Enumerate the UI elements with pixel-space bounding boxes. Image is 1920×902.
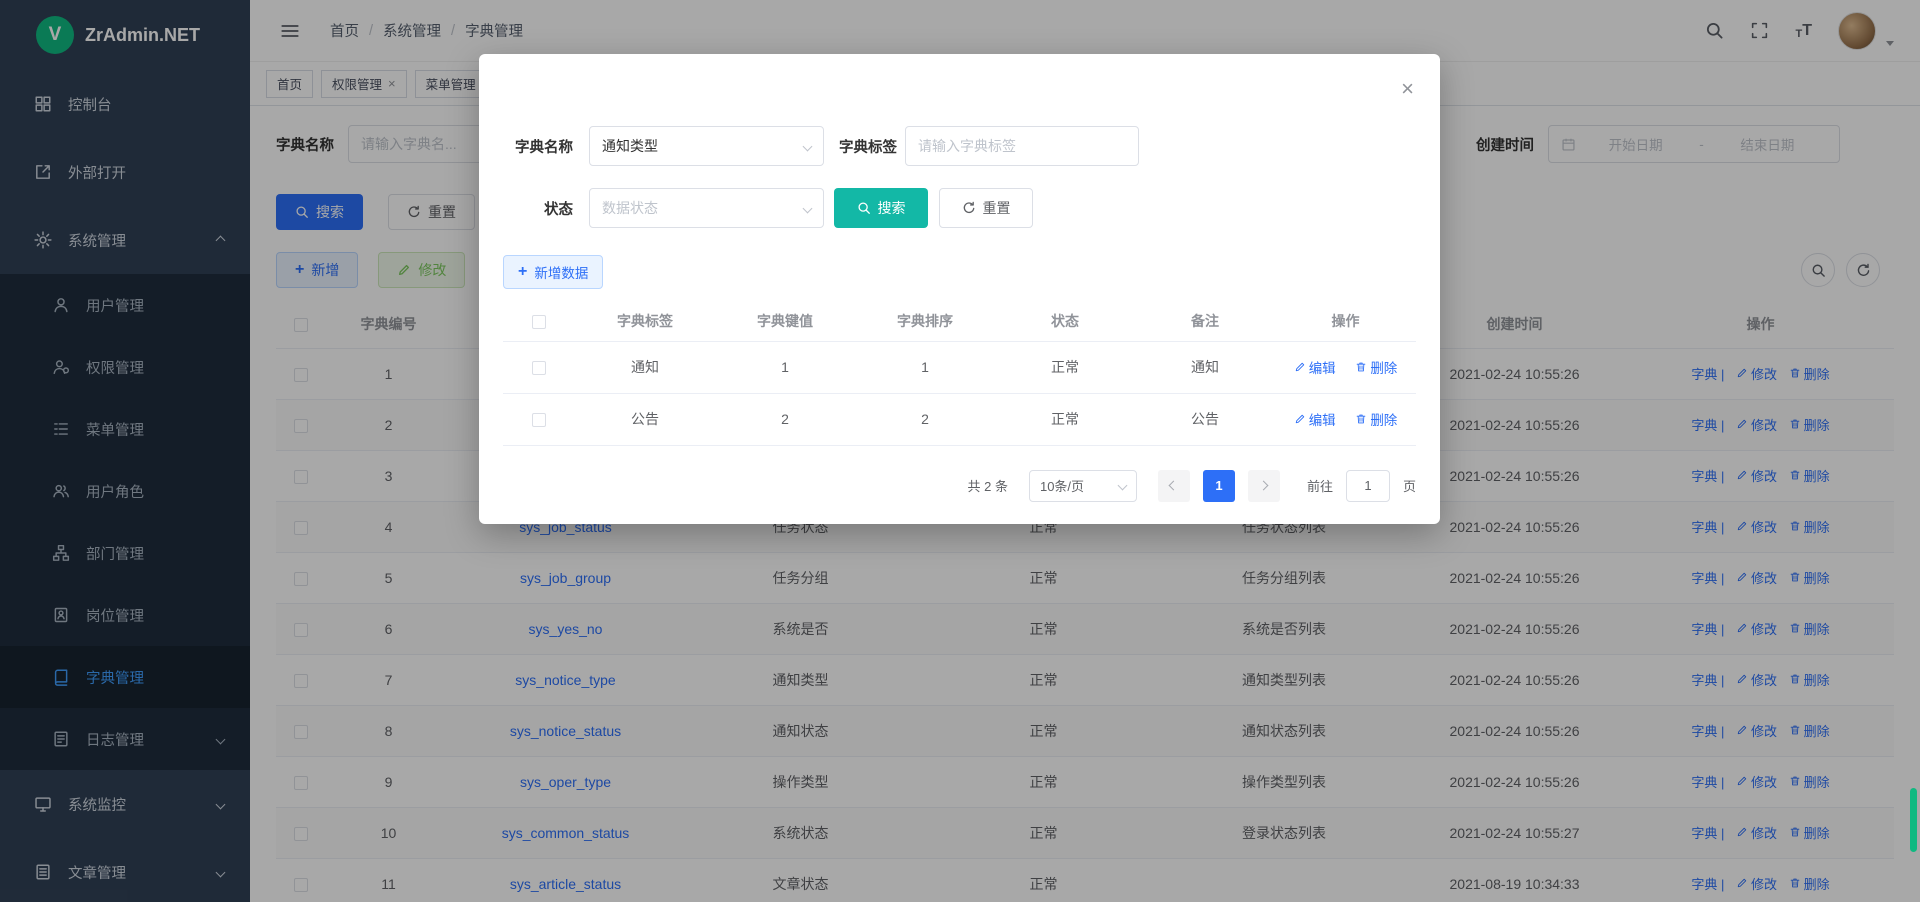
close-icon[interactable]: ×: [1401, 78, 1414, 100]
dict-sort-cell: 1: [855, 341, 995, 393]
page-size-value: 10条/页: [1040, 476, 1084, 495]
pagination: 共 2 条 10条/页 1 前往 页: [503, 470, 1416, 502]
modal-dict-name-label: 字典名称: [503, 136, 573, 157]
row-checkbox[interactable]: [532, 413, 546, 427]
remark-cell: 通知: [1135, 341, 1275, 393]
dict-label-cell: 公告: [575, 393, 715, 445]
chevron-down-icon: [803, 203, 813, 213]
dict-value-cell: 1: [715, 341, 855, 393]
select-all-checkbox[interactable]: [532, 315, 546, 329]
remark-cell: 公告: [1135, 393, 1275, 445]
add-data-button[interactable]: + 新增数据: [503, 255, 603, 289]
status-select-placeholder: 数据状态: [602, 198, 658, 218]
pagination-total: 共 2 条: [968, 476, 1008, 495]
delete-link[interactable]: 删除: [1355, 409, 1397, 429]
status-cell: 正常: [995, 393, 1135, 445]
goto-label: 前往: [1307, 476, 1333, 495]
pencil-icon: [1294, 361, 1306, 373]
plus-icon: +: [518, 264, 527, 280]
col-status: 状态: [995, 301, 1135, 341]
refresh-icon: [962, 201, 976, 215]
dict-label-cell: 通知: [575, 341, 715, 393]
modal-table-row: 通知 1 1 正常 通知 编辑 删除: [503, 341, 1416, 393]
pencil-icon: [1294, 413, 1306, 425]
modal-reset-button[interactable]: 重置: [939, 188, 1033, 228]
prev-page-button[interactable]: [1158, 470, 1190, 502]
modal-search-label: 搜索: [878, 198, 906, 218]
col-dict-value: 字典键值: [715, 301, 855, 341]
trash-icon: [1355, 413, 1367, 425]
modal-dict-label-label: 字典标签: [839, 136, 897, 157]
page-unit-label: 页: [1403, 476, 1416, 495]
add-data-label: 新增数据: [534, 262, 588, 282]
next-page-button[interactable]: [1248, 470, 1280, 502]
col-dict-sort: 字典排序: [855, 301, 995, 341]
modal-table-header-row: 字典标签 字典键值 字典排序 状态 备注 操作: [503, 301, 1416, 341]
trash-icon: [1355, 361, 1367, 373]
scrollbar-thumb[interactable]: [1910, 788, 1917, 852]
goto-page-input[interactable]: [1346, 470, 1390, 502]
delete-link[interactable]: 删除: [1355, 357, 1397, 377]
edit-link[interactable]: 编辑: [1294, 357, 1336, 377]
chevron-left-icon: [1169, 481, 1179, 491]
col-dict-label: 字典标签: [575, 301, 715, 341]
dict-value-cell: 2: [715, 393, 855, 445]
edit-link[interactable]: 编辑: [1294, 409, 1336, 429]
chevron-right-icon: [1259, 481, 1269, 491]
dict-label-input[interactable]: [905, 126, 1139, 166]
status-cell: 正常: [995, 341, 1135, 393]
chevron-down-icon: [1118, 481, 1128, 491]
page-size-select[interactable]: 10条/页: [1029, 470, 1137, 502]
dict-name-select[interactable]: 通知类型: [589, 126, 824, 166]
col-actions: 操作: [1275, 301, 1416, 341]
status-select[interactable]: 数据状态: [589, 188, 824, 228]
chevron-down-icon: [803, 141, 813, 151]
modal-status-label: 状态: [503, 198, 573, 219]
search-icon: [857, 201, 871, 215]
modal-reset-label: 重置: [983, 198, 1011, 218]
modal-table-row: 公告 2 2 正常 公告 编辑 删除: [503, 393, 1416, 445]
page-1-button[interactable]: 1: [1203, 470, 1235, 502]
modal-filter-row-1: 字典名称 通知类型 字典标签: [503, 126, 1416, 166]
row-checkbox[interactable]: [532, 361, 546, 375]
dict-data-dialog: × 字典名称 通知类型 字典标签 状态 数据状态 搜索 重置 + 新增数据: [479, 54, 1440, 524]
dict-sort-cell: 2: [855, 393, 995, 445]
dict-data-table-body: 通知 1 1 正常 通知 编辑 删除 公告 2 2 正常 公告 编辑 删除: [503, 341, 1416, 445]
dict-data-table: 字典标签 字典键值 字典排序 状态 备注 操作 通知 1 1 正常 通知 编辑 …: [503, 301, 1416, 446]
dict-name-select-value: 通知类型: [602, 136, 658, 156]
modal-search-button[interactable]: 搜索: [834, 188, 928, 228]
modal-filter-row-2: 状态 数据状态 搜索 重置: [503, 188, 1416, 228]
col-remark: 备注: [1135, 301, 1275, 341]
